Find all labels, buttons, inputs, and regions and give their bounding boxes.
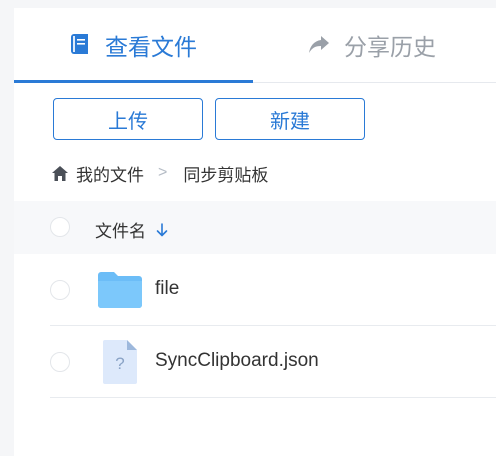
new-button[interactable]: 新建 — [215, 98, 365, 140]
active-tab-indicator — [14, 80, 253, 83]
file-name[interactable]: SyncClipboard.json — [155, 350, 319, 372]
column-header-name[interactable]: 文件名 — [95, 217, 168, 242]
table-row[interactable]: ? SyncClipboard.json — [14, 326, 496, 398]
row-divider — [50, 397, 496, 398]
svg-text:?: ? — [115, 354, 124, 373]
table-row[interactable]: file — [14, 254, 496, 326]
row-checkbox[interactable] — [50, 280, 70, 300]
breadcrumb-separator: > — [158, 164, 168, 181]
folder-icon — [98, 268, 142, 312]
tab-view-files-label: 查看文件 — [105, 34, 197, 60]
document-icon — [69, 34, 91, 56]
file-browser-panel: 查看文件 分享历史 上传 新建 我的文件 > 同步剪贴板 文件名 file ? … — [14, 8, 496, 456]
arrow-down-icon[interactable] — [156, 222, 168, 237]
file-name[interactable]: file — [155, 278, 179, 300]
select-all-checkbox[interactable] — [50, 217, 70, 237]
unknown-file-icon: ? — [98, 340, 142, 384]
tab-view-files[interactable]: 查看文件 — [14, 8, 253, 82]
tab-bar: 查看文件 分享历史 — [14, 8, 496, 83]
table-header: 文件名 — [14, 201, 496, 254]
row-checkbox[interactable] — [50, 352, 70, 372]
breadcrumb: 我的文件 > 同步剪贴板 — [52, 158, 268, 188]
column-header-name-label: 文件名 — [95, 222, 146, 241]
breadcrumb-item-my-files[interactable]: 我的文件 — [76, 161, 144, 186]
tab-share-history-label: 分享历史 — [344, 34, 436, 60]
share-arrow-icon — [308, 34, 330, 56]
breadcrumb-item-sync-clipboard[interactable]: 同步剪贴板 — [183, 161, 268, 186]
home-icon[interactable] — [52, 165, 68, 181]
upload-button[interactable]: 上传 — [53, 98, 203, 140]
tab-share-history[interactable]: 分享历史 — [253, 8, 496, 82]
